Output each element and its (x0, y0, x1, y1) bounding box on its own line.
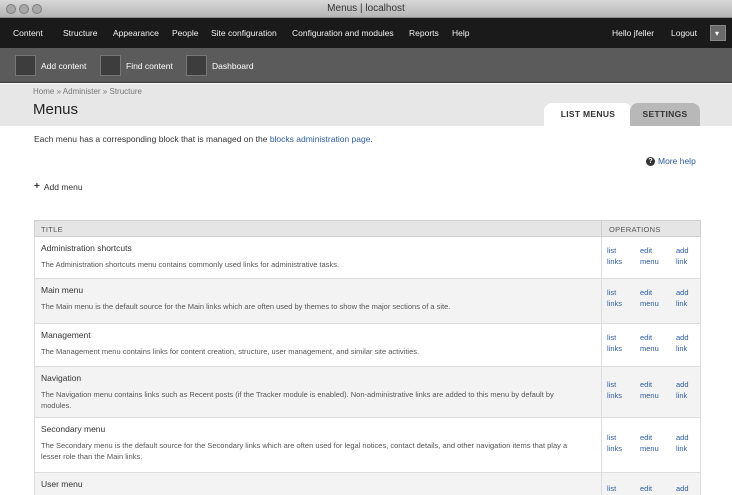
intro-text-after: . (370, 134, 373, 144)
toolbar-item-structure[interactable]: Structure (63, 28, 98, 38)
column-divider (601, 473, 602, 495)
toolbar-item-appearance[interactable]: Appearance (113, 28, 159, 38)
window-titlebar: Menus | localhost (0, 0, 732, 18)
edit-menu-link[interactable]: edit menu (640, 379, 662, 401)
shortcut-add-content[interactable]: Add content (15, 55, 86, 76)
shortcuts-toggle-button[interactable]: ▾ (710, 25, 726, 41)
add-link-link[interactable]: add link (676, 483, 694, 495)
shortcut-label: Find content (126, 60, 173, 71)
menu-title: Management (41, 330, 91, 340)
toolbar-item-people[interactable]: People (172, 28, 198, 38)
plus-icon: + (34, 181, 40, 192)
column-divider (601, 279, 602, 323)
shortcut-label: Add content (41, 60, 87, 71)
column-header-title[interactable]: TITLE (41, 225, 63, 234)
menu-description: The Administration shortcuts menu contai… (41, 260, 340, 269)
tab-settings[interactable]: SETTINGS (630, 103, 700, 126)
table-row: Administration shortcuts The Administrat… (34, 237, 701, 279)
list-links-link[interactable]: list links (607, 432, 627, 454)
list-links-link[interactable]: list links (607, 483, 627, 495)
list-links-link[interactable]: list links (607, 332, 627, 354)
shortcuts-bar: Add content Find content Dashboard (0, 48, 732, 83)
main-content: Each menu has a corresponding block that… (0, 126, 732, 495)
edit-menu-link[interactable]: edit menu (640, 432, 662, 454)
more-help-link[interactable]: ? More help (646, 156, 696, 166)
table-row: Management The Management menu contains … (34, 324, 701, 367)
breadcrumb[interactable]: Home » Administer » Structure (33, 87, 142, 96)
table-row: Main menu The Main menu is the default s… (34, 279, 701, 324)
intro-text-before: Each menu has a corresponding block that… (34, 134, 268, 144)
menu-title: Administration shortcuts (41, 243, 132, 253)
column-divider (601, 418, 602, 472)
toolbar-item-site-configuration[interactable]: Site configuration (211, 28, 277, 38)
list-links-link[interactable]: list links (607, 287, 627, 309)
column-divider (601, 324, 602, 366)
toolbar-item-help[interactable]: Help (452, 28, 469, 38)
add-link-link[interactable]: add link (676, 432, 694, 454)
edit-menu-link[interactable]: edit menu (640, 245, 662, 267)
shortcut-icon (100, 55, 121, 76)
column-divider (601, 237, 602, 278)
add-link-link[interactable]: add link (676, 245, 694, 267)
logout-link[interactable]: Logout (671, 28, 697, 38)
menu-description: The Navigation menu contains links such … (41, 390, 554, 410)
menu-description: The Secondary menu is the default source… (41, 441, 568, 461)
column-divider (601, 367, 602, 417)
add-link-link[interactable]: add link (676, 379, 694, 401)
more-help-label: More help (658, 156, 696, 166)
menu-description: The Management menu contains links for c… (41, 347, 420, 356)
shortcut-icon (15, 55, 36, 76)
shortcut-dashboard[interactable]: Dashboard (186, 55, 254, 76)
column-header-operations: OPERATIONS (609, 225, 661, 234)
table-row: User menu list links edit menu add link (34, 473, 701, 495)
column-divider (601, 221, 602, 236)
table-header: TITLE OPERATIONS (34, 220, 701, 237)
edit-menu-link[interactable]: edit menu (640, 332, 662, 354)
admin-toolbar: Content Structure Appearance People Site… (0, 18, 732, 48)
menu-description: The Main menu is the default source for … (41, 302, 451, 311)
toolbar-item-reports[interactable]: Reports (409, 28, 439, 38)
chevron-down-icon: ▾ (715, 29, 720, 38)
add-menu-label: Add menu (43, 181, 83, 192)
list-links-link[interactable]: list links (607, 245, 627, 267)
user-greeting-link[interactable]: Hello jfeller (612, 28, 654, 38)
menus-table: TITLE OPERATIONS Administration shortcut… (34, 220, 701, 495)
shortcut-label: Dashboard (212, 60, 254, 71)
help-icon: ? (646, 156, 655, 166)
menu-title: User menu (41, 479, 83, 489)
add-link-link[interactable]: add link (676, 332, 694, 354)
shortcut-find-content[interactable]: Find content (100, 55, 173, 76)
page-title: Menus (33, 101, 79, 118)
table-row: Navigation The Navigation menu contains … (34, 367, 701, 418)
menu-title: Secondary menu (41, 424, 106, 434)
menu-title: Navigation (41, 373, 82, 383)
toolbar-item-configuration-modules[interactable]: Configuration and modules (292, 28, 394, 38)
table-row: Secondary menu The Secondary menu is the… (34, 418, 701, 473)
list-links-link[interactable]: list links (607, 379, 627, 401)
add-menu-link[interactable]: + Add menu (34, 181, 83, 192)
tab-list-menus[interactable]: LIST MENUS (544, 103, 632, 126)
page-header: Home » Administer » Structure Menus LIST… (0, 84, 732, 126)
intro-text: Each menu has a corresponding block that… (34, 134, 373, 144)
edit-menu-link[interactable]: edit menu (640, 287, 662, 309)
shortcut-icon (186, 55, 207, 76)
blocks-admin-link[interactable]: blocks administration page (270, 134, 371, 144)
toolbar-item-content[interactable]: Content (13, 28, 43, 38)
add-link-link[interactable]: add link (676, 287, 694, 309)
window-title: Menus | localhost (327, 3, 405, 14)
edit-menu-link[interactable]: edit menu (640, 483, 662, 495)
menu-title: Main menu (41, 285, 84, 295)
